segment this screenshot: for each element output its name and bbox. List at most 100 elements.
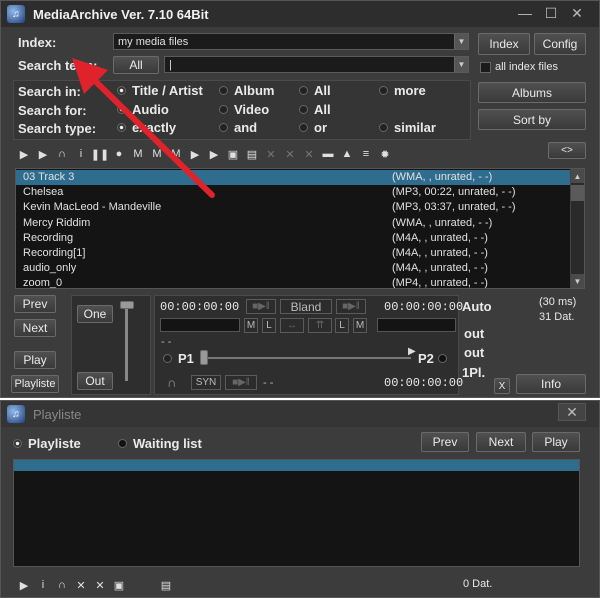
radio-and[interactable]: and — [219, 120, 257, 135]
list-item[interactable]: Recording[1] (M4A, , unrated, - -) — [16, 246, 570, 261]
out-button[interactable]: Out — [77, 372, 113, 390]
swap-icon[interactable]: ↔ — [280, 318, 304, 333]
radio-video[interactable]: Video — [219, 102, 269, 117]
volume-slider[interactable] — [120, 301, 134, 309]
prev-button[interactable]: Prev — [14, 295, 56, 313]
sort-by-button[interactable]: Sort by — [478, 109, 586, 130]
play-button[interactable]: Play — [14, 351, 56, 369]
all-button[interactable]: All — [113, 56, 159, 74]
play-icon[interactable]: ▶ — [16, 146, 32, 162]
p1-radio[interactable]: P1 — [163, 351, 194, 366]
copy-icon[interactable]: ▣ — [225, 146, 241, 162]
play-pause-bottom-icon[interactable]: ■▶‖ — [225, 375, 257, 390]
close-icon[interactable]: ✕ — [565, 4, 589, 22]
list-item[interactable]: Chelsea (MP3, 00:22, unrated, - -) — [16, 185, 570, 200]
delete-icon[interactable]: ✕ — [282, 146, 298, 162]
playliste-button[interactable]: Playliste — [11, 375, 59, 393]
chevron-down-icon[interactable]: ▼ — [454, 57, 468, 72]
headphones-icon[interactable]: ∩ — [54, 146, 70, 162]
mark-m2-icon[interactable]: M — [149, 146, 165, 162]
headphones-icon[interactable]: ∩ — [54, 577, 70, 593]
radio-search-for-all[interactable]: All — [299, 102, 331, 117]
play-pause-left-icon[interactable]: ■▶‖ — [246, 299, 276, 314]
radio-playliste[interactable]: Playliste — [13, 436, 81, 451]
scroll-thumb[interactable] — [571, 185, 584, 201]
list-item[interactable]: zoom_0 (MP4, , unrated, - -) — [16, 276, 570, 288]
next-button[interactable]: Next — [14, 319, 56, 337]
p2-radio[interactable] — [438, 354, 447, 363]
config-button[interactable]: Config — [534, 33, 586, 55]
play-pause-right-icon[interactable]: ■▶‖ — [336, 299, 366, 314]
playlist-area[interactable] — [13, 459, 580, 567]
play-next-icon[interactable]: ▶ — [35, 146, 51, 162]
radio-exactly[interactable]: exactly — [117, 120, 176, 135]
info-icon[interactable]: i — [73, 146, 89, 162]
remove-icon[interactable]: ✕ — [301, 146, 317, 162]
mark-m3-icon[interactable]: M — [168, 146, 184, 162]
play-icon[interactable]: ▶ — [16, 577, 32, 593]
settings-icon[interactable]: ✹ — [377, 146, 393, 162]
scroll-up-icon[interactable]: ▲ — [571, 169, 584, 183]
mark-m-icon[interactable]: M — [130, 146, 146, 162]
list-item[interactable]: 03 Track 3 (WMA, , unrated, - -) — [16, 170, 570, 185]
out2-label[interactable]: out — [464, 345, 484, 360]
info-icon[interactable]: i — [35, 577, 51, 593]
maximize-icon[interactable]: ☐ — [539, 4, 563, 22]
auto-label[interactable]: Auto — [462, 299, 492, 314]
bland-button[interactable]: Bland — [280, 299, 332, 314]
playlist-next-button[interactable]: Next — [476, 432, 526, 452]
radio-title-artist[interactable]: Title / Artist — [117, 83, 203, 98]
list-item[interactable]: Recording (M4A, , unrated, - -) — [16, 231, 570, 246]
toggle-view-button[interactable]: <> — [548, 142, 586, 159]
remove-icon[interactable]: ✕ — [73, 577, 89, 593]
mute-a-button[interactable]: M — [244, 318, 258, 333]
search-input[interactable]: | ▼ — [164, 56, 469, 73]
playlist-play-button[interactable]: Play — [532, 432, 580, 452]
radio-audio[interactable]: Audio — [117, 102, 169, 117]
sync-arrows-icon[interactable]: ⇈ — [308, 318, 332, 333]
crossfader-handle[interactable] — [200, 350, 208, 365]
onepl-label[interactable]: 1Pl. — [462, 365, 485, 380]
delete-icon[interactable]: ✕ — [92, 577, 108, 593]
out1-label[interactable]: out — [464, 326, 484, 341]
playlist-selected-row[interactable] — [14, 460, 579, 471]
index-button[interactable]: Index — [478, 33, 530, 55]
mute-b-button[interactable]: M — [353, 318, 367, 333]
playlist-prev-button[interactable]: Prev — [421, 432, 469, 452]
one-button[interactable]: One — [77, 305, 113, 323]
loop-a-button[interactable]: L — [262, 318, 276, 333]
albums-button[interactable]: Albums — [478, 82, 586, 103]
all-index-files-checkbox[interactable] — [480, 62, 491, 73]
next-icon[interactable]: ▶ — [206, 146, 222, 162]
scroll-down-icon[interactable]: ▼ — [571, 274, 584, 288]
info-button[interactable]: Info — [516, 374, 586, 394]
minimize-icon[interactable]: — — [513, 4, 537, 22]
radio-similar[interactable]: similar — [379, 120, 436, 135]
list-item[interactable]: Mercy Riddim (WMA, , unrated, - -) — [16, 216, 570, 231]
radio-or[interactable]: or — [299, 120, 327, 135]
radio-waiting-list[interactable]: Waiting list — [118, 436, 202, 451]
move-icon[interactable]: ▤ — [244, 146, 260, 162]
syn-button[interactable]: SYN — [191, 375, 221, 390]
list-scrollbar[interactable]: ▲ ▼ — [570, 169, 584, 288]
x-button[interactable]: X — [494, 378, 510, 394]
network-icon[interactable]: ▲ — [339, 146, 355, 162]
pl-save-icon[interactable]: ▤ — [158, 577, 174, 593]
index-select[interactable]: my media files ▼ — [113, 33, 469, 50]
radio-more[interactable]: more — [379, 83, 426, 98]
cross-icon[interactable]: ✕ — [263, 146, 279, 162]
list-item[interactable]: audio_only (M4A, , unrated, - -) — [16, 261, 570, 276]
skip-icon[interactable]: ▶ — [187, 146, 203, 162]
media-list[interactable]: 03 Track 3 (WMA, , unrated, - -) Chelsea (M… — [15, 168, 585, 289]
record-group-icon[interactable]: ● — [111, 146, 127, 162]
list-item[interactable]: Kevin MacLeod - Mandeville (MP3, 03:37, u… — [16, 200, 570, 215]
radio-album[interactable]: Album — [219, 83, 274, 98]
chevron-down-icon[interactable]: ▼ — [454, 34, 468, 49]
loop-b-button[interactable]: L — [335, 318, 349, 333]
copy-icon[interactable]: ▣ — [111, 577, 127, 593]
playlist-close-icon[interactable]: ✕ — [558, 403, 586, 421]
radio-search-in-all[interactable]: All — [299, 83, 331, 98]
pause-icon[interactable]: ❚❚ — [91, 146, 109, 162]
folder-icon[interactable]: ▬ — [320, 146, 336, 162]
headphones-icon[interactable]: ∩ — [167, 375, 176, 390]
